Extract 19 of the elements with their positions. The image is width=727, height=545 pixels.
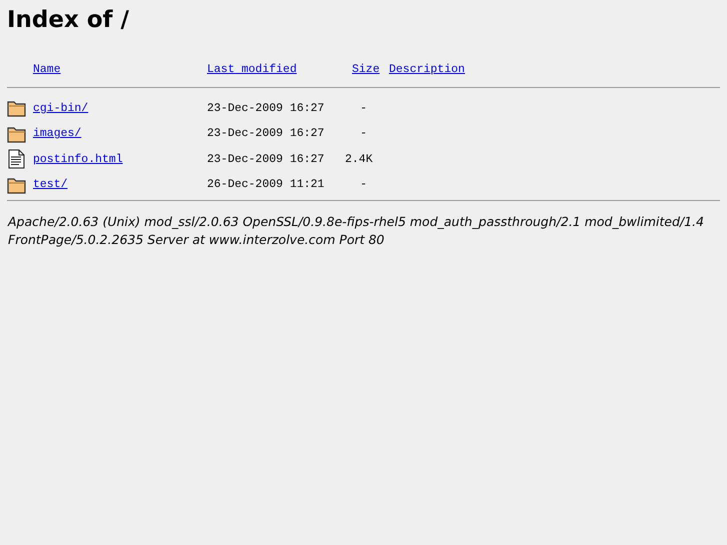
file-size: - [360, 102, 367, 115]
column-header-link[interactable]: Description [389, 63, 465, 76]
file-size: - [360, 178, 367, 192]
file-link[interactable]: images/ [33, 127, 82, 140]
file-size: 2.4K [345, 152, 373, 166]
file-link[interactable]: postinfo.html [33, 152, 123, 166]
modified-date: 23-Dec-2009 16:27 [207, 152, 326, 168]
file-size: - [360, 127, 367, 140]
server-signature: Apache/2.0.63 (Unix) mod_ssl/2.0.63 OpenSSL/0.9.8e-fips-rhel5 mod_auth_passthrough/2.1 mod_bwlimited/1.4 FrontPage/5.0.2.2635 Server at www.interzolve.com Port 80 [8, 212, 705, 249]
modified-date: 23-Dec-2009 16:27 [207, 100, 326, 117]
page-title: Index of / [7, 8, 130, 34]
file-link[interactable]: cgi-bin/ [33, 102, 88, 115]
column-header-link[interactable]: Name [33, 63, 61, 76]
column-header-link[interactable]: Last modified [207, 63, 297, 76]
modified-date: 23-Dec-2009 16:27 [207, 126, 326, 142]
modified-date: 26-Dec-2009 11:21 [207, 177, 326, 194]
file-link[interactable]: test/ [33, 178, 68, 192]
column-header-link[interactable]: Size [352, 63, 380, 76]
document-icon [7, 149, 26, 170]
